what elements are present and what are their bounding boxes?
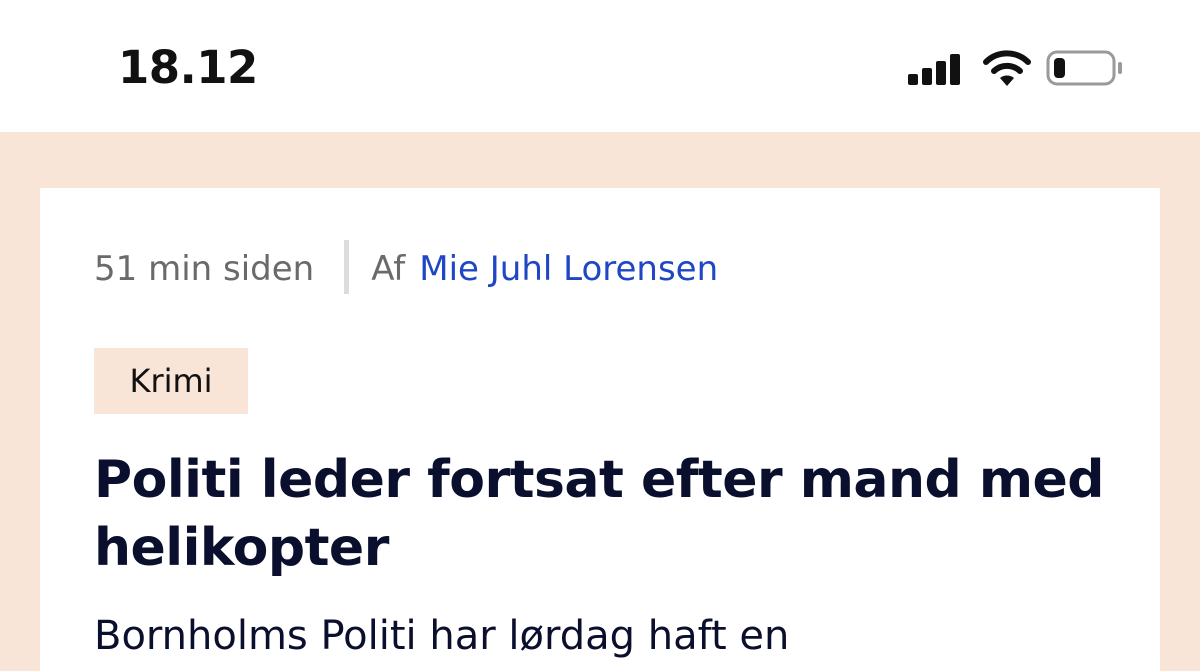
wifi-icon <box>982 48 1032 88</box>
meta-divider <box>344 239 350 294</box>
status-bar: 18.12 <box>0 0 1200 132</box>
author-link[interactable]: Mie Juhl Lorensen <box>419 249 718 289</box>
cellular-signal-icon <box>906 52 964 86</box>
status-time: 18.12 <box>118 41 258 94</box>
published-time: 51 min siden <box>94 249 315 289</box>
byline-prefix: Af <box>371 249 406 289</box>
article-headline[interactable]: Politi leder fortsat efter mand med heli… <box>94 446 1134 582</box>
article-meta: 51 min siden Af Mie Juhl Lorensen <box>94 239 718 294</box>
status-icons <box>906 48 1126 88</box>
category-tag[interactable]: Krimi <box>94 348 248 414</box>
page-background: 51 min siden Af Mie Juhl Lorensen Krimi Po… <box>0 132 1200 671</box>
article-lede: Bornholms Politi har lørdag haft en <box>94 613 790 659</box>
article-card[interactable]: 51 min siden Af Mie Juhl Lorensen Krimi Po… <box>40 188 1160 671</box>
battery-icon <box>1046 50 1126 86</box>
